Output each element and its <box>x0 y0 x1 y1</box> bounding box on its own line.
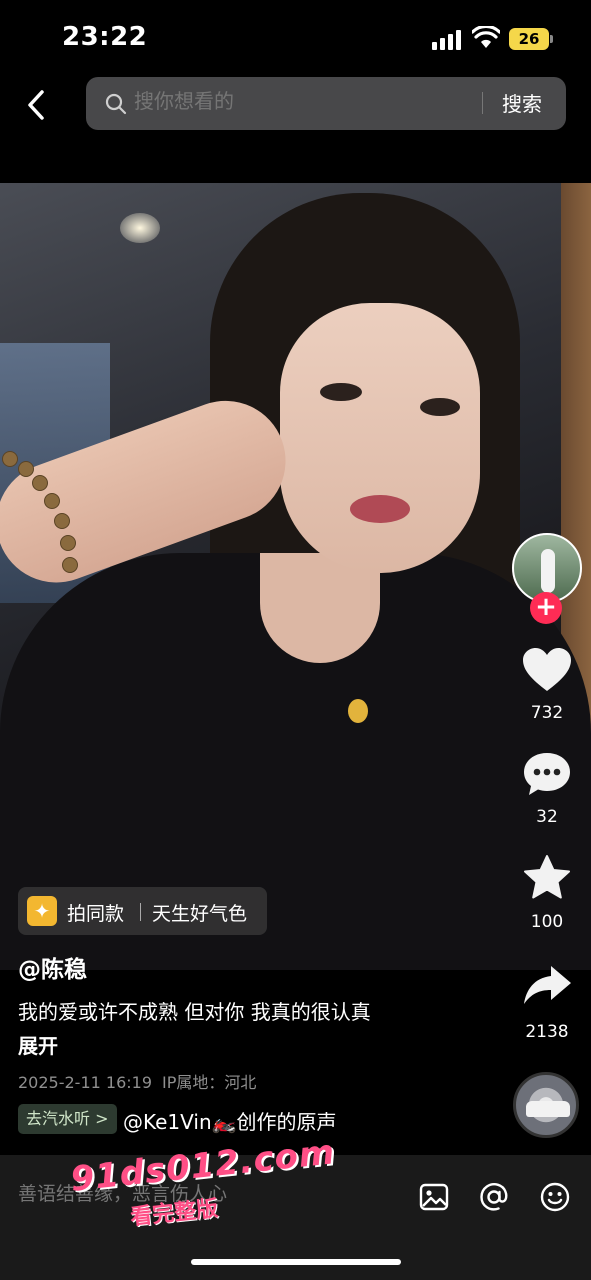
bracelet-bead <box>60 535 76 551</box>
bracelet-bead <box>62 557 78 573</box>
post-ip-location: IP属地：河北 <box>162 1073 257 1092</box>
bracelet-bead <box>18 461 34 477</box>
comment-count: 32 <box>536 807 558 827</box>
expand-caption-button[interactable]: 展开 <box>18 1030 58 1059</box>
cellular-signal-icon <box>432 30 464 50</box>
heart-icon[interactable] <box>521 646 573 694</box>
search-button[interactable]: 搜索 <box>502 88 542 117</box>
video-subject-face <box>280 303 480 573</box>
battery-tip <box>550 35 553 43</box>
listen-in-qishui-button[interactable]: 去汽水听 > <box>18 1104 117 1134</box>
star-icon[interactable] <box>521 854 573 902</box>
search-input[interactable] <box>134 89 454 113</box>
share-count: 2138 <box>525 1022 569 1042</box>
follow-plus-button[interactable]: + <box>530 592 562 624</box>
at-icon[interactable] <box>478 1181 510 1213</box>
music-disc-cover <box>526 1101 570 1117</box>
post-date: 2025-2-11 16:19 <box>18 1073 152 1092</box>
image-icon[interactable] <box>418 1181 450 1213</box>
video-subject-eye <box>420 398 460 416</box>
same-style-divider <box>140 903 141 921</box>
sound-credit[interactable]: @Ke1Vin🏍️创作的原声 <box>123 1106 337 1135</box>
post-meta: 2025-2-11 16:19 IP属地：河北 <box>18 1069 256 1093</box>
video-ceiling-light <box>120 213 160 243</box>
bracelet-bead <box>44 493 60 509</box>
same-style-label: 拍同款 <box>67 903 125 925</box>
avatar-figure <box>541 549 555 593</box>
wifi-icon <box>472 26 500 48</box>
status-bar: 23:22 26 <box>0 0 591 78</box>
like-count: 732 <box>530 703 564 723</box>
search-divider <box>482 92 483 114</box>
same-style-name: 天生好气色 <box>152 903 248 925</box>
status-time: 23:22 <box>62 22 148 52</box>
music-disc[interactable] <box>513 1072 579 1138</box>
sparkle-icon: ✦ <box>27 896 57 926</box>
bracelet-bead <box>32 475 48 491</box>
battery-indicator: 26 <box>509 28 549 50</box>
share-arrow-icon[interactable] <box>521 962 573 1010</box>
bracelet-bead <box>54 513 70 529</box>
search-icon <box>105 93 127 115</box>
home-indicator[interactable] <box>191 1259 401 1265</box>
chevron-left-icon[interactable] <box>22 88 52 122</box>
video-subject-pendant <box>348 699 368 723</box>
comment-bubble-icon[interactable] <box>521 750 573 798</box>
post-caption: 我的爱或许不成熟 但对你 我真的很认真 <box>18 1000 371 1024</box>
video-player[interactable] <box>0 183 591 970</box>
emoji-icon[interactable] <box>539 1181 571 1213</box>
bracelet-bead <box>2 451 18 467</box>
favorite-count: 100 <box>530 912 564 932</box>
video-subject-eye <box>320 383 362 401</box>
creator-username[interactable]: @陈稳 <box>18 950 87 984</box>
video-subject-lips <box>350 495 410 523</box>
